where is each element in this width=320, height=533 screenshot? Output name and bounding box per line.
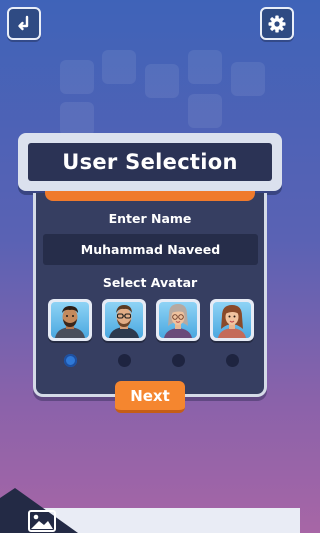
male-glasses-avatar-icon bbox=[109, 305, 139, 338]
back-button[interactable] bbox=[7, 7, 41, 40]
page-title: User Selection bbox=[62, 150, 238, 174]
enter-name-label: Enter Name bbox=[108, 211, 192, 226]
female-glasses-avatar-icon bbox=[164, 304, 192, 338]
avatar-radio-3[interactable] bbox=[172, 354, 185, 367]
next-button-label: Next bbox=[130, 386, 170, 405]
user-selection-card: Enter Name Muhammad Naveed Select Avatar bbox=[33, 193, 267, 397]
avatar-radio-1[interactable] bbox=[64, 354, 77, 367]
name-input-value: Muhammad Naveed bbox=[80, 242, 221, 257]
avatar-option-4[interactable] bbox=[210, 299, 254, 341]
avatar-radio-4[interactable] bbox=[226, 354, 239, 367]
select-avatar-label: Select Avatar bbox=[102, 275, 198, 290]
male-bearded-avatar-icon bbox=[55, 306, 85, 338]
background-tiles bbox=[0, 50, 300, 140]
name-input[interactable]: Muhammad Naveed bbox=[43, 234, 258, 265]
header-accent-strip bbox=[45, 191, 255, 201]
settings-button[interactable] bbox=[260, 7, 294, 40]
avatar-option-2[interactable] bbox=[102, 299, 146, 341]
female-avatar-icon bbox=[218, 305, 246, 338]
gallery-button[interactable] bbox=[0, 488, 100, 533]
return-arrow-icon bbox=[18, 15, 29, 30]
header-panel: User Selection bbox=[18, 133, 282, 191]
avatar-radio-2[interactable] bbox=[118, 354, 131, 367]
avatar-option-1[interactable] bbox=[48, 299, 92, 341]
avatar-option-3[interactable] bbox=[156, 299, 200, 341]
header-title-box: User Selection bbox=[28, 143, 272, 181]
next-button[interactable]: Next bbox=[115, 381, 185, 413]
gear-icon bbox=[268, 15, 286, 32]
